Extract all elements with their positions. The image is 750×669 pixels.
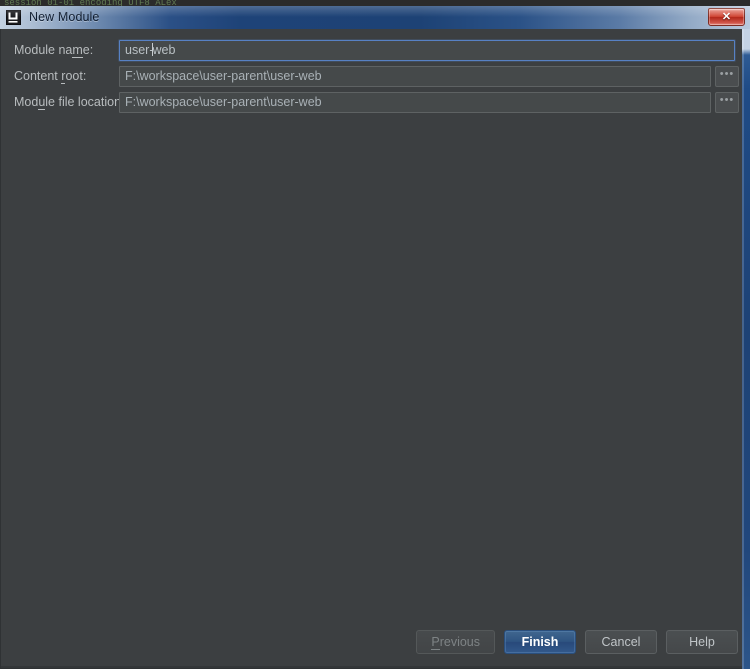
window-right-edge xyxy=(742,29,750,669)
content-root-browse-button[interactable]: ••• xyxy=(715,65,739,87)
content-root-input[interactable]: F:\workspace\user-parent\user-web xyxy=(119,65,711,87)
help-button[interactable]: Help xyxy=(666,630,738,654)
finish-button[interactable]: Finish xyxy=(504,630,576,654)
ellipsis-icon: ••• xyxy=(719,67,735,80)
module-file-location-browse-button[interactable]: ••• xyxy=(715,91,739,113)
dialog-content: Module name: user-web Content root: F:\w… xyxy=(0,29,750,669)
content-root-label: Content root: xyxy=(14,69,87,84)
module-name-value-tail: web xyxy=(152,42,176,57)
module-file-location-label: Module file location: xyxy=(14,95,125,110)
dialog-title: New Module xyxy=(29,10,100,24)
cancel-button[interactable]: Cancel xyxy=(585,630,657,654)
close-icon: ✕ xyxy=(721,10,732,23)
window-bottom-edge xyxy=(1,666,750,668)
module-name-value-head: user- xyxy=(125,42,154,57)
close-button[interactable]: ✕ xyxy=(708,8,745,26)
module-file-location-input[interactable]: F:\workspace\user-parent\user-web xyxy=(119,91,711,113)
intellij-idea-icon xyxy=(6,10,21,25)
ellipsis-icon: ••• xyxy=(719,93,735,106)
module-name-label: Module name: xyxy=(14,43,94,58)
module-name-input[interactable]: user-web xyxy=(119,39,735,61)
new-module-dialog: New Module ✕ Module name: user-web Conte… xyxy=(0,6,750,669)
dialog-button-bar: Previous Finish Cancel Help xyxy=(416,630,738,654)
previous-button[interactable]: Previous xyxy=(416,630,495,654)
dialog-titlebar[interactable]: New Module ✕ xyxy=(0,6,750,29)
